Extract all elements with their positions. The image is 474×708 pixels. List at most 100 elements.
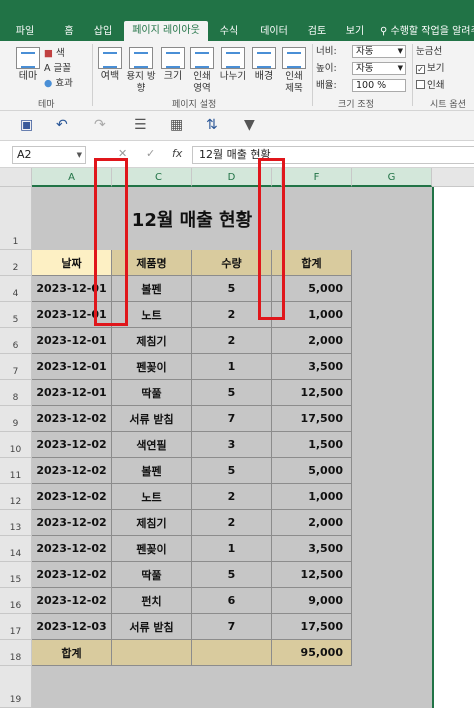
total-cell[interactable]: 1,500 bbox=[272, 432, 352, 458]
column-header-h[interactable] bbox=[432, 168, 474, 187]
row-header[interactable]: 9 bbox=[0, 406, 32, 432]
quantity-cell[interactable]: 7 bbox=[192, 406, 272, 432]
total-value-cell[interactable]: 95,000 bbox=[272, 640, 352, 666]
total-empty-cell[interactable] bbox=[192, 640, 272, 666]
date-cell[interactable]: 2023-12-02 bbox=[32, 536, 112, 562]
quantity-cell[interactable]: 5 bbox=[192, 380, 272, 406]
worksheet-grid[interactable]: A C D F G 12월 매출 현황 1 2 4 5 6 7 8 9 10 11 12 13 14 15… bbox=[0, 168, 474, 708]
name-box[interactable]: A2 ▼ bbox=[12, 146, 86, 164]
total-cell[interactable]: 12,500 bbox=[272, 380, 352, 406]
product-cell[interactable]: 색연필 bbox=[112, 432, 192, 458]
date-cell[interactable]: 2023-12-02 bbox=[32, 588, 112, 614]
product-cell[interactable]: 제침기 bbox=[112, 328, 192, 354]
column-header-c[interactable]: C bbox=[126, 168, 192, 187]
total-label-cell[interactable]: 합계 bbox=[32, 640, 112, 666]
insert-function-icon[interactable]: fx bbox=[172, 147, 182, 160]
theme-effects-button[interactable]: ● 효과 bbox=[44, 77, 73, 90]
row-header[interactable]: 13 bbox=[0, 510, 32, 536]
total-cell[interactable]: 1,000 bbox=[272, 484, 352, 510]
save-icon[interactable]: ▣ bbox=[20, 117, 33, 133]
tab-formulas[interactable]: 수식 bbox=[214, 22, 244, 41]
theme-colors-button[interactable]: ■ 색 bbox=[44, 47, 65, 60]
row-header[interactable]: 18 bbox=[0, 640, 32, 666]
row-header[interactable]: 12 bbox=[0, 484, 32, 510]
product-cell[interactable]: 서류 받침 bbox=[112, 614, 192, 640]
quantity-cell[interactable]: 3 bbox=[192, 432, 272, 458]
size-button[interactable]: 크기 bbox=[160, 47, 186, 83]
height-select[interactable]: 자동 ▼ bbox=[352, 62, 406, 75]
quantity-cell[interactable]: 1 bbox=[192, 536, 272, 562]
product-cell[interactable]: 제침기 bbox=[112, 510, 192, 536]
sort-icon[interactable]: ⇅ bbox=[206, 117, 218, 133]
row-header[interactable]: 5 bbox=[0, 302, 32, 328]
align-icon[interactable]: ☰ bbox=[134, 117, 147, 133]
product-cell[interactable]: 딱풀 bbox=[112, 380, 192, 406]
enter-icon[interactable]: ✓ bbox=[146, 147, 155, 160]
gridlines-view-checkbox[interactable]: ✓ 보기 bbox=[416, 62, 444, 75]
date-cell[interactable]: 2023-12-02 bbox=[32, 406, 112, 432]
total-cell[interactable]: 12,500 bbox=[272, 562, 352, 588]
tab-page-layout[interactable]: 페이지 레이아웃 bbox=[124, 21, 208, 41]
date-cell[interactable]: 2023-12-01 bbox=[32, 380, 112, 406]
total-cell[interactable]: 3,500 bbox=[272, 536, 352, 562]
product-cell[interactable]: 딱풀 bbox=[112, 562, 192, 588]
margins-button[interactable]: 여백 bbox=[96, 47, 124, 83]
sheet-title[interactable]: 12월 매출 현황 bbox=[112, 206, 272, 236]
quantity-cell[interactable]: 5 bbox=[192, 458, 272, 484]
date-cell[interactable]: 2023-12-03 bbox=[32, 614, 112, 640]
product-cell[interactable]: 펜꽂이 bbox=[112, 536, 192, 562]
row-header[interactable]: 19 bbox=[0, 666, 32, 708]
total-cell[interactable]: 2,000 bbox=[272, 328, 352, 354]
total-cell[interactable]: 5,000 bbox=[272, 458, 352, 484]
background-button[interactable]: 배경 bbox=[250, 47, 278, 83]
quantity-cell[interactable]: 5 bbox=[192, 562, 272, 588]
column-header-g[interactable]: G bbox=[352, 168, 432, 187]
orientation-button[interactable]: 용지 방향 bbox=[126, 47, 156, 95]
product-cell[interactable]: 펀치 bbox=[112, 588, 192, 614]
row-header[interactable]: 7 bbox=[0, 354, 32, 380]
total-cell[interactable]: 17,500 bbox=[272, 406, 352, 432]
date-cell[interactable]: 2023-12-01 bbox=[32, 354, 112, 380]
tab-insert[interactable]: 삽입 bbox=[88, 22, 118, 41]
quantity-cell[interactable]: 2 bbox=[192, 510, 272, 536]
select-all-corner[interactable] bbox=[0, 168, 32, 187]
row-header[interactable]: 14 bbox=[0, 536, 32, 562]
row-header[interactable]: 10 bbox=[0, 432, 32, 458]
row-header[interactable]: 6 bbox=[0, 328, 32, 354]
breaks-button[interactable]: 나누기 bbox=[218, 47, 248, 83]
undo-icon[interactable]: ↶ bbox=[56, 117, 68, 133]
product-cell[interactable]: 노트 bbox=[112, 484, 192, 510]
total-cell[interactable]: 3,500 bbox=[272, 354, 352, 380]
date-cell[interactable]: 2023-12-02 bbox=[32, 510, 112, 536]
tab-home[interactable]: 홈 bbox=[56, 22, 82, 41]
quantity-cell[interactable]: 2 bbox=[192, 328, 272, 354]
scale-input[interactable]: 100 % bbox=[352, 79, 406, 92]
row-header[interactable]: 15 bbox=[0, 562, 32, 588]
date-cell[interactable]: 2023-12-02 bbox=[32, 432, 112, 458]
width-select[interactable]: 자동 ▼ bbox=[352, 45, 406, 58]
column-header-f[interactable]: F bbox=[282, 168, 352, 187]
total-cell[interactable]: 2,000 bbox=[272, 510, 352, 536]
date-cell[interactable]: 2023-12-02 bbox=[32, 484, 112, 510]
formula-input[interactable]: 12월 매출 현황 bbox=[192, 146, 474, 164]
date-cell[interactable]: 2023-12-02 bbox=[32, 458, 112, 484]
date-cell[interactable]: 2023-12-01 bbox=[32, 328, 112, 354]
tab-review[interactable]: 검토 bbox=[302, 22, 332, 41]
row-header[interactable]: 8 bbox=[0, 380, 32, 406]
date-cell[interactable]: 2023-12-02 bbox=[32, 562, 112, 588]
quantity-cell[interactable]: 7 bbox=[192, 614, 272, 640]
row-header[interactable]: 11 bbox=[0, 458, 32, 484]
tab-view[interactable]: 보기 bbox=[340, 22, 370, 41]
gridlines-print-checkbox[interactable]: 인쇄 bbox=[416, 79, 444, 92]
tab-data[interactable]: 데이터 bbox=[254, 22, 294, 41]
row-header[interactable]: 4 bbox=[0, 276, 32, 302]
table-icon[interactable]: ▦ bbox=[170, 117, 183, 133]
product-cell[interactable]: 볼펜 bbox=[112, 458, 192, 484]
row-header[interactable]: 1 bbox=[0, 187, 32, 250]
tab-file[interactable]: 파일 bbox=[10, 22, 40, 41]
themes-button[interactable]: 테마 bbox=[14, 47, 42, 83]
quantity-cell[interactable]: 6 bbox=[192, 588, 272, 614]
quantity-cell[interactable]: 1 bbox=[192, 354, 272, 380]
product-cell[interactable]: 펜꽂이 bbox=[112, 354, 192, 380]
total-empty-cell[interactable] bbox=[112, 640, 192, 666]
